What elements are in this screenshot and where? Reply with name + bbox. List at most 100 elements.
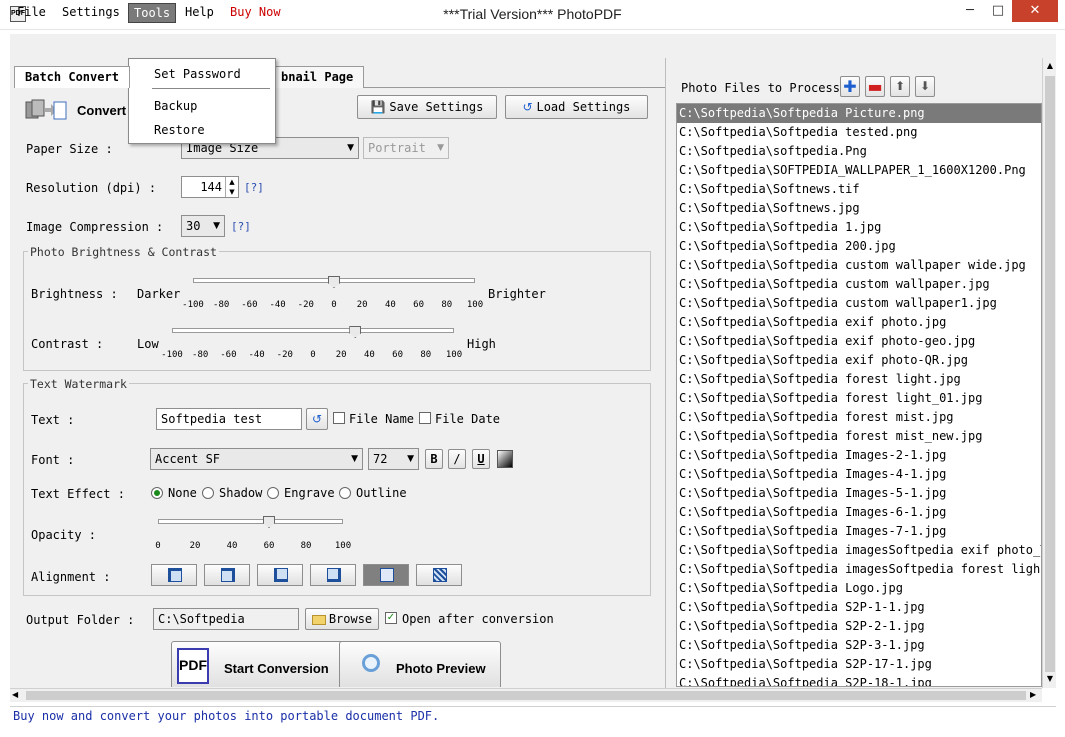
file-list-item[interactable]: C:\Softpedia\Softpedia Picture.png xyxy=(677,104,1041,123)
file-list-item[interactable]: C:\Softpedia\Softpedia forest light_01.j… xyxy=(677,389,1041,408)
contrast-slider-track[interactable] xyxy=(172,328,454,333)
browse-button[interactable]: Browse xyxy=(305,608,379,630)
file-date-checkbox[interactable] xyxy=(419,412,431,424)
effect-none-radio[interactable] xyxy=(151,487,163,499)
file-list-item[interactable]: C:\Softpedia\Softpedia custom wallpaper.… xyxy=(677,275,1041,294)
scroll-up-icon[interactable]: ▲ xyxy=(1044,61,1056,70)
file-list-item[interactable]: C:\Softpedia\Softpedia S2P-3-1.jpg xyxy=(677,636,1041,655)
file-list-item[interactable]: C:\Softpedia\Softpedia imagesSoftpedia e… xyxy=(677,541,1041,560)
file-list-item[interactable]: C:\Softpedia\Softpedia imagesSoftpedia f… xyxy=(677,560,1041,579)
file-list-item[interactable]: C:\Softpedia\Softpedia tested.png xyxy=(677,123,1041,142)
add-files-button[interactable]: ✚ xyxy=(840,76,860,97)
photo-files-list[interactable]: C:\Softpedia\Softpedia Picture.png C:\Sof… xyxy=(676,103,1042,687)
file-list-item[interactable]: C:\Softpedia\Softnews.tif xyxy=(677,180,1041,199)
color-picker-button[interactable] xyxy=(497,450,513,468)
compression-select[interactable]: 30 ▼ xyxy=(181,215,225,237)
menu-settings[interactable]: Settings xyxy=(57,3,125,23)
file-list-item[interactable]: C:\Softpedia\Softpedia 200.jpg xyxy=(677,237,1041,256)
underline-button[interactable]: U xyxy=(472,449,490,469)
file-list-item[interactable]: C:\Softpedia\Softpedia Images-2-1.jpg xyxy=(677,446,1041,465)
resolution-help-link[interactable]: [?] xyxy=(244,181,264,194)
effect-engrave-radio[interactable] xyxy=(267,487,279,499)
scroll-right-icon[interactable]: ▶ xyxy=(1030,690,1036,699)
file-list-item[interactable]: C:\Softpedia\Softpedia Images-4-1.jpg xyxy=(677,465,1041,484)
tab-thumbnail-page[interactable]: bnail Page xyxy=(270,66,365,88)
font-select[interactable]: Accent SF ▼ xyxy=(150,448,363,470)
horizontal-scrollbar[interactable]: ◀ ▶ xyxy=(10,688,1042,702)
font-size-select[interactable]: 72 ▼ xyxy=(368,448,419,470)
file-list-item[interactable]: C:\Softpedia\Softpedia Images-7-1.jpg xyxy=(677,522,1041,541)
file-list-item[interactable]: C:\Softpedia\Softpedia Images-5-1.jpg xyxy=(677,484,1041,503)
bold-button[interactable]: B xyxy=(425,449,443,469)
file-list-item[interactable]: C:\Softpedia\Softpedia S2P-18-1.jpg xyxy=(677,674,1041,686)
scroll-down-icon[interactable]: ▼ xyxy=(1044,674,1056,683)
remove-file-button[interactable]: ▬ xyxy=(865,76,885,97)
menu-tools[interactable]: Tools xyxy=(128,3,177,23)
save-settings-button[interactable]: 💾 Save Settings xyxy=(357,95,497,119)
file-list-item[interactable]: C:\Softpedia\Softpedia S2P-2-1.jpg xyxy=(677,617,1041,636)
file-list-item[interactable]: C:\Softpedia\Softpedia S2P-1-1.jpg xyxy=(677,598,1041,617)
photo-preview-button[interactable]: Photo Preview xyxy=(339,641,501,687)
file-list-item[interactable]: C:\Softpedia\Softpedia custom wallpaper1… xyxy=(677,294,1041,313)
menu-restore[interactable]: Restore xyxy=(154,123,205,137)
spinner-arrows-icon[interactable]: ▲ ▼ xyxy=(225,177,238,197)
file-list-item[interactable]: C:\Softpedia\Softpedia custom wallpaper … xyxy=(677,256,1041,275)
align-center-button[interactable] xyxy=(363,564,409,586)
vertical-scrollbar[interactable]: ▲ ▼ xyxy=(1042,58,1056,688)
scroll-left-icon[interactable]: ◀ xyxy=(12,690,18,699)
text-watermark-legend: Text Watermark xyxy=(28,377,129,391)
align-bottom-right-button[interactable] xyxy=(310,564,356,586)
menu-help[interactable]: Help xyxy=(180,3,219,23)
file-list-item[interactable]: C:\Softpedia\Softpedia exif photo.jpg xyxy=(677,313,1041,332)
file-list-item[interactable]: C:\Softpedia\Softpedia forest light.jpg xyxy=(677,370,1041,389)
menu-set-password[interactable]: Set Password xyxy=(154,67,241,81)
menu-backup[interactable]: Backup xyxy=(154,99,197,113)
file-list-item[interactable]: C:\Softpedia\Softpedia exif photo-geo.jp… xyxy=(677,332,1041,351)
file-list-item[interactable]: C:\Softpedia\Softpedia forest mist_new.j… xyxy=(677,427,1041,446)
minimize-button[interactable]: ─ xyxy=(957,0,983,22)
file-list-item[interactable]: C:\Softpedia\softpedia.Png xyxy=(677,142,1041,161)
opacity-slider-track[interactable] xyxy=(158,519,343,524)
font-size-value: 72 xyxy=(373,452,388,466)
move-down-button[interactable]: ⬇ xyxy=(915,76,935,97)
open-after-checkbox[interactable]: ✓ xyxy=(385,612,397,624)
brightness-tick: -40 xyxy=(269,300,286,310)
paper-size-label: Paper Size : xyxy=(26,142,113,156)
vertical-scroll-thumb[interactable] xyxy=(1045,76,1055,672)
file-list-item[interactable]: C:\Softpedia\Softnews.jpg xyxy=(677,199,1041,218)
menu-buy-now[interactable]: Buy Now xyxy=(225,3,286,23)
align-tile-button[interactable] xyxy=(416,564,462,586)
orientation-select[interactable]: Portrait ▼ xyxy=(363,137,449,159)
maximize-button[interactable]: □ xyxy=(985,0,1011,22)
brightness-tick: 100 xyxy=(466,300,484,310)
file-list-item[interactable]: C:\Softpedia\SOFTPEDIA_WALLPAPER_1_1600X… xyxy=(677,161,1041,180)
file-list-item[interactable]: C:\Softpedia\Softpedia Images-6-1.jpg xyxy=(677,503,1041,522)
close-button[interactable]: ✕ xyxy=(1012,0,1058,22)
load-settings-button[interactable]: ↺ Load Settings xyxy=(505,95,648,119)
file-list-item[interactable]: C:\Softpedia\Softpedia Logo.jpg xyxy=(677,579,1041,598)
effect-outline-radio[interactable] xyxy=(339,487,351,499)
horizontal-scroll-thumb[interactable] xyxy=(26,691,1026,700)
align-top-left-button[interactable] xyxy=(151,564,197,586)
compression-help-link[interactable]: [?] xyxy=(231,220,251,233)
align-top-right-button[interactable] xyxy=(204,564,250,586)
effect-shadow-radio[interactable] xyxy=(202,487,214,499)
file-list-item[interactable]: C:\Softpedia\Softpedia 1.jpg xyxy=(677,218,1041,237)
align-bottom-left-button[interactable] xyxy=(257,564,303,586)
high-label: High xyxy=(467,337,496,351)
contrast-tick: 80 xyxy=(420,350,432,360)
refresh-icon[interactable]: ↺ xyxy=(306,408,328,430)
file-list-item[interactable]: C:\Softpedia\Softpedia forest mist.jpg xyxy=(677,408,1041,427)
start-conversion-button[interactable]: PDF Start Conversion xyxy=(171,641,345,687)
tab-batch-convert[interactable]: Batch Convert xyxy=(14,66,130,88)
move-up-button[interactable]: ⬆ xyxy=(890,76,910,97)
watermark-text-input[interactable]: Softpedia test xyxy=(156,408,302,430)
menu-file[interactable]: File xyxy=(12,3,51,23)
italic-button[interactable]: / xyxy=(448,449,466,469)
file-name-checkbox[interactable] xyxy=(333,412,345,424)
file-list-item[interactable]: C:\Softpedia\Softpedia exif photo-QR.jpg xyxy=(677,351,1041,370)
align-top-left-icon xyxy=(168,568,182,582)
file-list-item[interactable]: C:\Softpedia\Softpedia S2P-17-1.jpg xyxy=(677,655,1041,674)
opacity-tick: 20 xyxy=(189,541,201,551)
output-folder-input[interactable]: C:\Softpedia xyxy=(153,608,299,630)
